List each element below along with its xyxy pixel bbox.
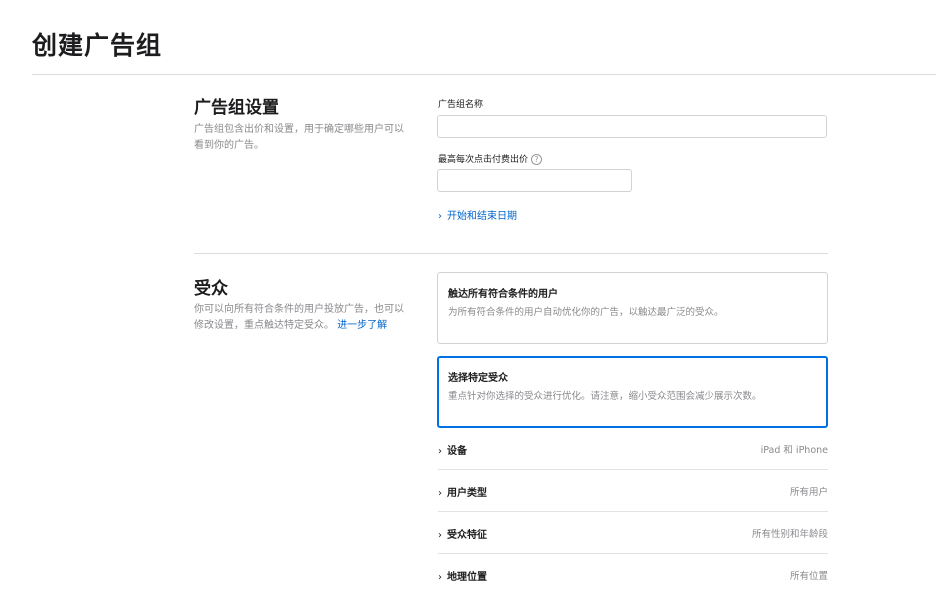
- header-divider: [32, 74, 936, 75]
- customer-type-row[interactable]: › 用户类型 所有用户: [438, 470, 828, 512]
- specific-audience-option[interactable]: 选择特定受众 重点针对你选择的受众进行优化。请注意，缩小受众范围会减少展示次数。: [437, 356, 828, 428]
- help-icon[interactable]: ?: [531, 154, 543, 165]
- row-label: › 用户类型: [438, 484, 487, 499]
- row-label-text: 用户类型: [447, 487, 487, 499]
- row-label: › 地理位置: [438, 568, 487, 583]
- start-end-dates-link[interactable]: › 开始和结束日期: [438, 207, 517, 222]
- section-divider: [194, 253, 828, 254]
- devices-row[interactable]: › 设备 iPad 和 iPhone: [438, 428, 828, 470]
- settings-section-description: 广告组包含出价和设置，用于确定哪些用户可以看到你的广告。: [194, 124, 404, 151]
- chevron-right-icon: ›: [438, 211, 442, 222]
- audience-section-title: 受众: [194, 279, 228, 299]
- demographics-row[interactable]: › 受众特征 所有性别和年龄段: [438, 512, 828, 554]
- reach-all-users-option[interactable]: 触达所有符合条件的用户 为所有符合条件的用户自动优化你的广告，以触达最广泛的受众…: [437, 272, 828, 344]
- max-cpt-label: 最高每次点击付费出价?: [438, 152, 543, 165]
- max-cpt-label-text: 最高每次点击付费出价: [438, 155, 529, 165]
- row-value: 所有位置: [789, 571, 828, 582]
- chevron-right-icon: ›: [438, 445, 442, 457]
- row-label-text: 设备: [447, 445, 467, 457]
- start-end-dates-label: 开始和结束日期: [447, 211, 517, 222]
- chevron-right-icon: ›: [438, 571, 442, 583]
- max-cpt-input[interactable]: [437, 169, 632, 192]
- audience-section-description: 你可以向所有符合条件的用户投放广告，也可以修改设置，重点触达特定受众。 进一步了…: [194, 302, 404, 334]
- row-label-text: 地理位置: [447, 571, 487, 583]
- ad-group-name-label: 广告组名称: [438, 100, 484, 110]
- row-label-text: 受众特征: [447, 529, 487, 541]
- settings-section-title: 广告组设置: [194, 98, 279, 118]
- option-title: 触达所有符合条件的用户: [448, 289, 558, 300]
- ad-group-name-input[interactable]: [437, 115, 827, 138]
- option-title: 选择特定受众: [448, 373, 508, 384]
- option-description: 重点针对你选择的受众进行优化。请注意，缩小受众范围会减少展示次数。: [448, 391, 762, 402]
- learn-more-link[interactable]: 进一步了解: [337, 320, 387, 331]
- chevron-right-icon: ›: [438, 529, 442, 541]
- chevron-right-icon: ›: [438, 487, 442, 499]
- row-value: 所有性别和年龄段: [751, 529, 828, 540]
- row-value: iPad 和 iPhone: [760, 445, 828, 456]
- page-title: 创建广告组: [32, 31, 163, 60]
- option-description: 为所有符合条件的用户自动优化你的广告，以触达最广泛的受众。: [448, 307, 724, 318]
- location-row[interactable]: › 地理位置 所有位置: [438, 554, 828, 596]
- row-value: 所有用户: [789, 487, 828, 498]
- row-label: › 设备: [438, 442, 467, 457]
- row-label: › 受众特征: [438, 526, 487, 541]
